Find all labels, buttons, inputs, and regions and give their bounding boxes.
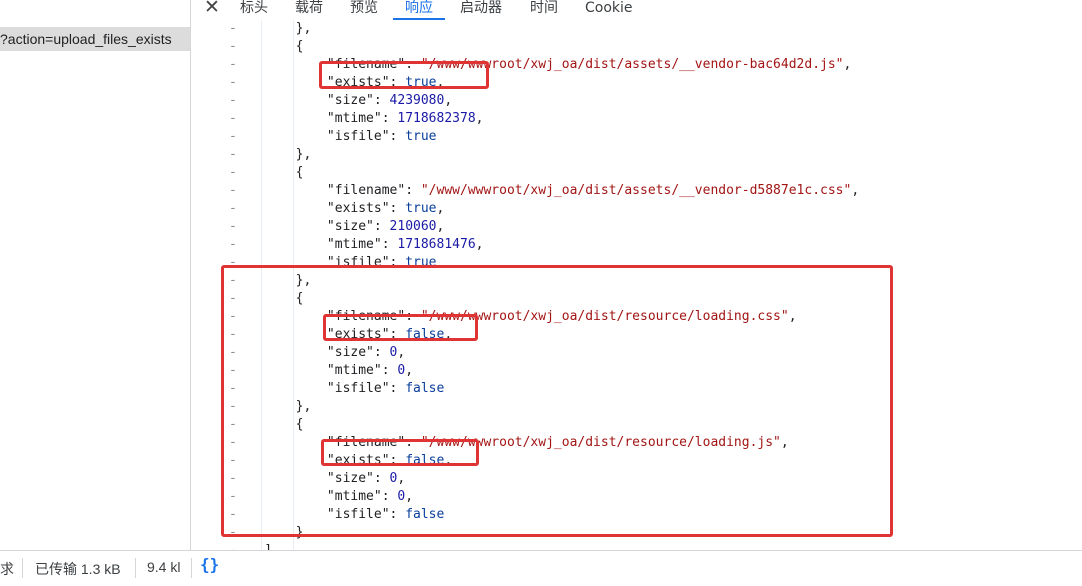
divider — [191, 558, 192, 578]
code-text: "filename": "/www/wwwroot/xwj_oa/dist/as… — [326, 183, 860, 198]
code-line: - { — [191, 164, 1082, 182]
code-text: "exists": true, — [326, 201, 445, 216]
highlight-box — [221, 265, 893, 537]
request-label: ?action=upload_files_exists — [0, 31, 172, 47]
tab-timing[interactable]: 时间 — [530, 0, 558, 20]
requests-count: 求 — [0, 561, 14, 577]
json-key: "mtime" — [326, 111, 382, 126]
tab-preview[interactable]: 预览 — [350, 0, 378, 20]
resources-size: 9.4 kl — [147, 559, 181, 575]
code-text: "isfile": true — [326, 129, 437, 144]
code-line: - "size": 210060, — [191, 218, 1082, 236]
tab-payload[interactable]: 载荷 — [295, 0, 323, 20]
json-value: true — [405, 201, 437, 216]
highlight-box — [321, 439, 479, 466]
close-icon[interactable]: ✕ — [204, 0, 220, 19]
json-value: 210060 — [389, 219, 437, 234]
pretty-print-icon[interactable]: {} — [200, 555, 219, 574]
transferred-size: 已传输 1.3 kB — [35, 561, 121, 577]
tab-initiator[interactable]: 启动器 — [460, 0, 502, 20]
code-line: - "size": 4239080, — [191, 92, 1082, 110]
code-line: - }, — [191, 20, 1082, 38]
status-bar: 求 已传输 1.3 kB 9.4 kl {} — [0, 550, 1082, 586]
tab-cookie[interactable]: Cookie — [585, 0, 633, 20]
code-text: "mtime": 1718682378, — [326, 111, 484, 126]
code-text: }, — [233, 147, 312, 162]
code-line: - ] — [191, 542, 1082, 550]
highlight-box — [319, 61, 489, 89]
code-line: - "mtime": 1718682378, — [191, 110, 1082, 128]
code-text: "mtime": 1718681476, — [326, 237, 484, 252]
divider — [135, 558, 136, 578]
divider — [22, 558, 23, 578]
json-key: "size" — [326, 93, 374, 108]
json-key: "filename" — [326, 183, 406, 198]
code-text: { — [233, 165, 304, 180]
json-value: 4239080 — [389, 93, 445, 108]
highlight-box — [323, 314, 478, 341]
code-line: - { — [191, 38, 1082, 56]
code-line: - "mtime": 1718681476, — [191, 236, 1082, 254]
detail-tabs — [191, 0, 1082, 20]
code-text: }, — [233, 21, 312, 36]
code-line: - "exists": true, — [191, 200, 1082, 218]
request-row[interactable]: ?action=upload_files_exists — [0, 27, 190, 51]
json-value: 1718682378 — [397, 111, 476, 126]
json-key: "mtime" — [326, 237, 382, 252]
json-value: true — [405, 129, 437, 144]
json-value: "/www/wwwroot/xwj_oa/dist/assets/__vendo… — [420, 183, 852, 198]
json-value: 1718681476 — [397, 237, 476, 252]
code-text: "size": 210060, — [326, 219, 445, 234]
json-key: "isfile" — [326, 129, 390, 144]
code-text: { — [233, 39, 304, 54]
json-key: "size" — [326, 219, 374, 234]
code-line: - }, — [191, 146, 1082, 164]
json-key: "exists" — [326, 201, 390, 216]
code-line: - "isfile": true — [191, 128, 1082, 146]
code-text: "size": 4239080, — [326, 93, 453, 108]
code-line: - "filename": "/www/wwwroot/xwj_oa/dist/… — [191, 182, 1082, 200]
code-text: ] — [233, 542, 272, 550]
tab-response[interactable]: 响应 — [405, 0, 433, 20]
tab-headers[interactable]: 标头 — [240, 0, 268, 20]
request-list-pane: ?action=upload_files_exists — [0, 0, 191, 550]
